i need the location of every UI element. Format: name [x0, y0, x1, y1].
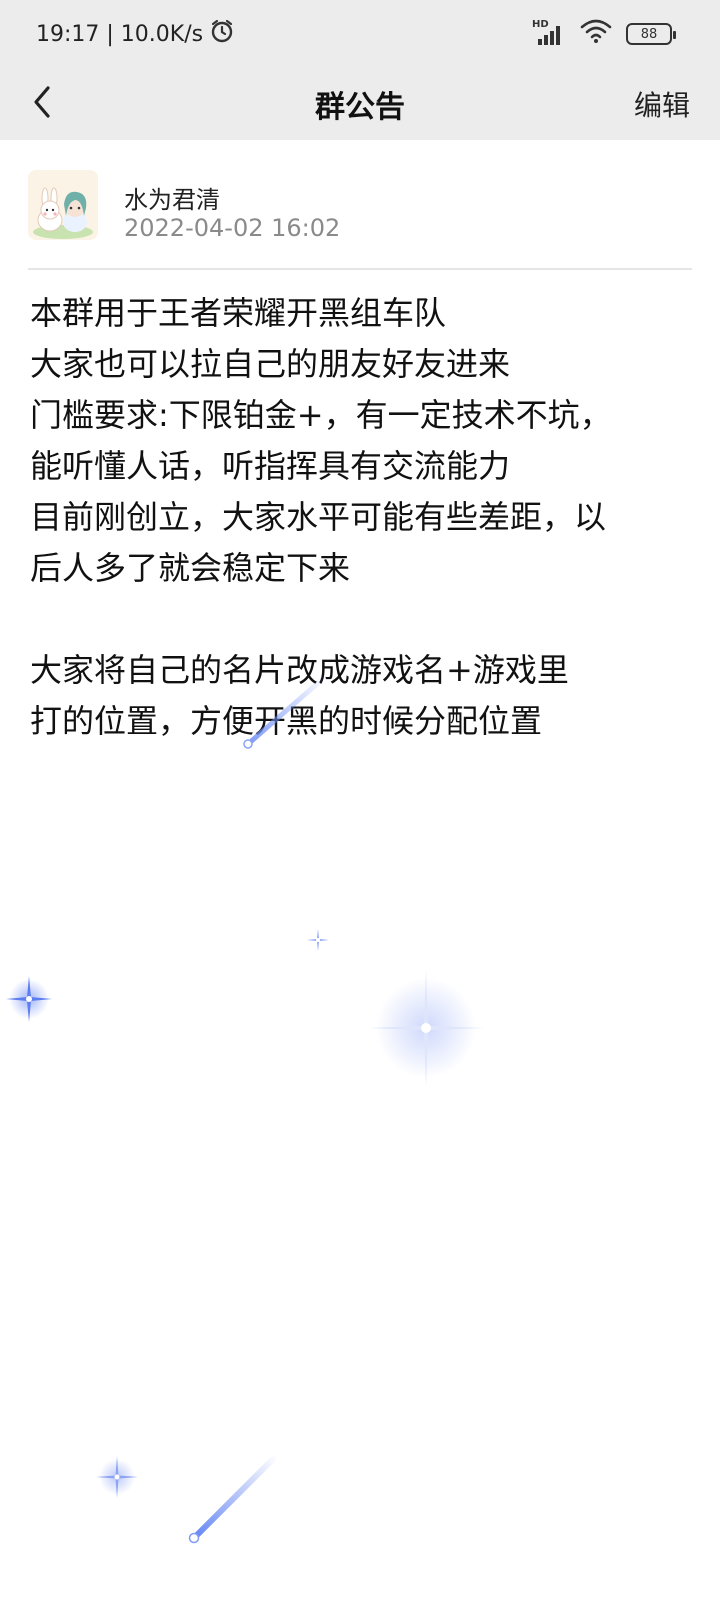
author-header: 水为君清 2022-04-02 16:02	[28, 170, 692, 270]
signal-icon: HD	[532, 19, 566, 47]
wifi-icon	[580, 18, 612, 50]
announcement-line: 本群用于王者荣耀开黑组车队	[30, 294, 447, 332]
announcement-line	[30, 594, 694, 645]
announcement-line: 能听懂人话，听指挥具有交流能力	[30, 447, 511, 485]
announcement-line: 目前刚创立，大家水平可能有些差距，以	[30, 498, 607, 536]
battery-indicator: 88	[626, 23, 676, 45]
announcement-line: 后人多了就会稳定下来	[30, 549, 351, 587]
battery-level: 88	[640, 26, 658, 42]
edit-button[interactable]: 编辑	[634, 82, 690, 126]
announcement-line: 门槛要求:下限铂金+，有一定技术不坑，	[30, 396, 612, 434]
back-button[interactable]	[20, 82, 64, 126]
avatar[interactable]	[28, 170, 98, 240]
status-time-speed: 19:17 | 10.0K/s	[36, 21, 204, 47]
announcement-body: 本群用于王者荣耀开黑组车队 大家也可以拉自己的朋友好友进来 门槛要求:下限铂金+…	[30, 288, 694, 747]
status-bar: 19:17 | 10.0K/s HD 88	[0, 0, 720, 68]
sparkle-star-decoration	[96, 1456, 138, 1498]
sparkle-star-decoration	[6, 976, 52, 1022]
chevron-left-icon	[30, 84, 54, 124]
status-left: 19:17 | 10.0K/s	[36, 18, 235, 50]
announcement-line: 打的位置，方便开黑的时候分配位置	[30, 702, 543, 740]
announcement-line: 大家也可以拉自己的朋友好友进来	[30, 345, 511, 383]
announcement-line: 大家将自己的名片改成游戏名+游戏里	[30, 651, 569, 689]
sparkle-star-decoration	[368, 970, 484, 1086]
post-timestamp: 2022-04-02 16:02	[124, 214, 341, 242]
page-title: 群公告	[315, 90, 405, 125]
shooting-star-decoration	[188, 1453, 279, 1544]
nav-bar: 群公告 编辑	[0, 68, 720, 140]
author-name[interactable]: 水为君清	[124, 180, 220, 215]
sparkle-star-decoration	[307, 929, 329, 951]
alarm-icon	[209, 18, 235, 50]
status-right: HD 88	[532, 18, 676, 50]
